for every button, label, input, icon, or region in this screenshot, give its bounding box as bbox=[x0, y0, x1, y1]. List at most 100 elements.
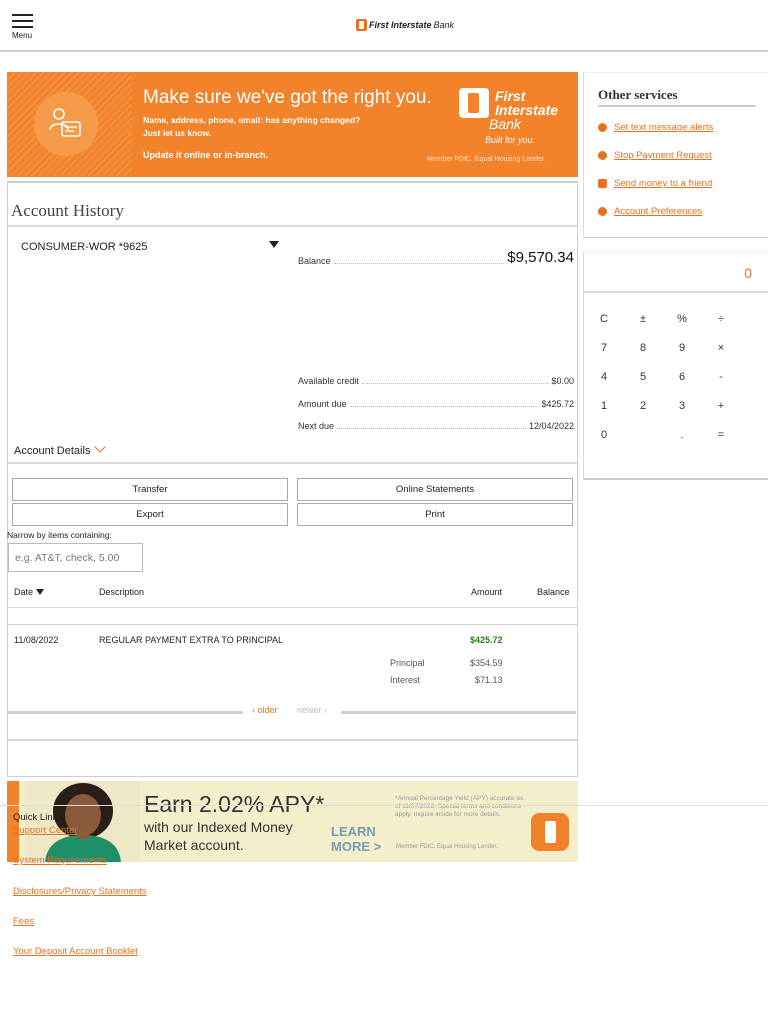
hamburger-icon-bar bbox=[12, 20, 33, 22]
footer-link-support-center[interactable]: Support Center bbox=[13, 825, 77, 836]
transfer-button[interactable]: Transfer bbox=[12, 478, 288, 501]
newer-label: newer bbox=[297, 705, 322, 715]
newer-link: newer › bbox=[297, 705, 327, 715]
profile-card-icon bbox=[34, 92, 98, 156]
chat-bubble-icon bbox=[598, 123, 607, 132]
divider bbox=[598, 105, 756, 107]
older-link[interactable]: ‹ older bbox=[252, 705, 278, 715]
hamburger-icon-bar bbox=[12, 26, 33, 28]
amount-due-value: $425.72 bbox=[541, 399, 574, 409]
calculator-key[interactable]: 8 bbox=[628, 338, 658, 358]
column-date[interactable]: Date bbox=[14, 587, 45, 597]
service-stop-payment[interactable]: Stop Payment Request bbox=[598, 150, 712, 161]
principal-value: $354.59 bbox=[470, 658, 503, 668]
principal-label: Principal bbox=[390, 658, 425, 668]
next-due-value: 12/04/2022 bbox=[528, 421, 574, 431]
pager-divider bbox=[341, 711, 576, 714]
banner-line-3: Update it online or in-branch. bbox=[143, 150, 269, 160]
main-column: Make sure we've got the right you. Name,… bbox=[7, 72, 578, 862]
footer-link-fees[interactable]: Fees bbox=[13, 916, 34, 927]
calculator-key[interactable]: . bbox=[667, 425, 697, 445]
dot-leader bbox=[349, 406, 539, 407]
service-account-preferences[interactable]: Account Preferences bbox=[598, 206, 702, 217]
footer-link-deposit-booklet[interactable]: Your Deposit Account Booklet bbox=[13, 946, 138, 957]
calculator-key[interactable]: 0 bbox=[589, 425, 619, 445]
service-link[interactable]: Account Preferences bbox=[614, 206, 702, 217]
other-services-title: Other services bbox=[598, 87, 678, 102]
calculator-key[interactable]: 4 bbox=[589, 367, 619, 387]
service-send-money[interactable]: Send money to a friend bbox=[598, 178, 712, 189]
footer-link-system-requirements[interactable]: System Requirements bbox=[13, 855, 106, 866]
logo-mark-icon bbox=[356, 19, 367, 31]
calculator-key[interactable]: 6 bbox=[667, 367, 697, 387]
calculator-key[interactable]: 2 bbox=[628, 396, 658, 416]
account-details-toggle[interactable]: Account Details bbox=[14, 441, 107, 457]
calculator-key[interactable]: = bbox=[706, 425, 736, 445]
banner-line-2: Just let us know. bbox=[143, 128, 212, 138]
service-text-alerts[interactable]: Set text message alerts bbox=[598, 122, 713, 133]
calculator-key[interactable]: ÷ bbox=[706, 309, 736, 329]
learn-more-line-1: LEARN bbox=[331, 824, 376, 839]
account-selector[interactable]: CONSUMER-WOR *9625 bbox=[21, 241, 148, 253]
dot-leader bbox=[333, 263, 505, 264]
amount-due-label: Amount due bbox=[298, 399, 347, 409]
calculator-key[interactable]: + bbox=[706, 396, 736, 416]
dot-leader bbox=[337, 428, 526, 429]
account-history-panel: Account History CONSUMER-WOR *9625 Balan… bbox=[7, 181, 578, 625]
divider bbox=[8, 462, 577, 464]
apy-line-2: Market account. bbox=[144, 837, 244, 853]
calculator-key[interactable]: ± bbox=[628, 309, 658, 329]
calculator-key[interactable]: - bbox=[706, 367, 736, 387]
column-balance: Balance bbox=[537, 587, 570, 597]
pager-divider bbox=[8, 711, 243, 714]
logo-text: First Interstate bbox=[369, 20, 432, 30]
transactions-panel: 11/08/2022 REGULAR PAYMENT EXTRA TO PRIN… bbox=[7, 625, 578, 777]
export-button[interactable]: Export bbox=[12, 503, 288, 526]
next-due-label: Next due bbox=[298, 421, 335, 431]
caret-down-icon[interactable] bbox=[269, 241, 279, 248]
transaction-date: 11/08/2022 bbox=[14, 635, 59, 645]
brand-mark-icon bbox=[531, 813, 569, 851]
update-info-banner[interactable]: Make sure we've got the right you. Name,… bbox=[7, 72, 578, 177]
calculator-key[interactable]: C bbox=[589, 309, 619, 329]
chevron-down-icon bbox=[94, 441, 107, 453]
filter-input[interactable] bbox=[8, 543, 143, 572]
balance-label: Balance bbox=[298, 256, 331, 266]
calculator-key[interactable]: % bbox=[667, 309, 697, 329]
available-credit-value: $0.00 bbox=[551, 376, 574, 386]
learn-more-link[interactable]: LEARN MORE > bbox=[331, 824, 381, 854]
apy-line-1: with our Indexed Money bbox=[144, 819, 293, 835]
amount-due-row: Amount due $425.72 bbox=[298, 399, 574, 409]
page-title: Account History bbox=[11, 201, 124, 220]
calculator-key[interactable]: 1 bbox=[589, 396, 619, 416]
column-amount: Amount bbox=[471, 587, 503, 597]
calculator-widget: 0 C ±% ÷ 7 8 9 × 4 5 6- 1 2 3 +0. = bbox=[583, 252, 768, 480]
menu-button[interactable]: Menu bbox=[12, 14, 38, 40]
dot-leader bbox=[361, 383, 549, 384]
calculator-key[interactable]: 9 bbox=[667, 338, 697, 358]
quick-links-title: Quick Links bbox=[13, 812, 63, 823]
menu-label: Menu bbox=[12, 31, 33, 40]
banner-fdic: Member FDIC. Equal Housing Lender. bbox=[427, 156, 546, 163]
calculator-key[interactable]: 7 bbox=[589, 338, 619, 358]
chevron-right-icon: › bbox=[321, 705, 328, 715]
service-link[interactable]: Send money to a friend bbox=[614, 178, 712, 189]
online-statements-button[interactable]: Online Statements bbox=[297, 478, 573, 501]
sort-down-icon bbox=[36, 589, 45, 595]
banner-headline: Make sure we've got the right you. bbox=[143, 87, 432, 108]
brand-line-3: Bank bbox=[489, 116, 521, 132]
filter-label: Narrow by items containing: bbox=[7, 530, 112, 540]
calculator-key[interactable]: 3 bbox=[667, 396, 697, 416]
calculator-key[interactable]: × bbox=[706, 338, 736, 358]
service-link[interactable]: Stop Payment Request bbox=[614, 150, 712, 161]
bank-logo[interactable]: First Interstate Bank bbox=[356, 19, 454, 31]
logo-text-bank: Bank bbox=[433, 20, 455, 30]
print-button[interactable]: Print bbox=[297, 503, 573, 526]
calculator-key[interactable]: 5 bbox=[628, 367, 658, 387]
footer-link-disclosures[interactable]: Disclosures/Privacy Statements bbox=[13, 886, 147, 897]
learn-more-line-2: MORE > bbox=[331, 839, 382, 854]
service-link[interactable]: Set text message alerts bbox=[614, 122, 713, 133]
divider bbox=[8, 607, 577, 608]
other-services-panel: Other services Set text message alerts S… bbox=[583, 72, 768, 238]
apy-banner[interactable]: Earn 2.02% APY* with our Indexed Money M… bbox=[7, 781, 578, 862]
